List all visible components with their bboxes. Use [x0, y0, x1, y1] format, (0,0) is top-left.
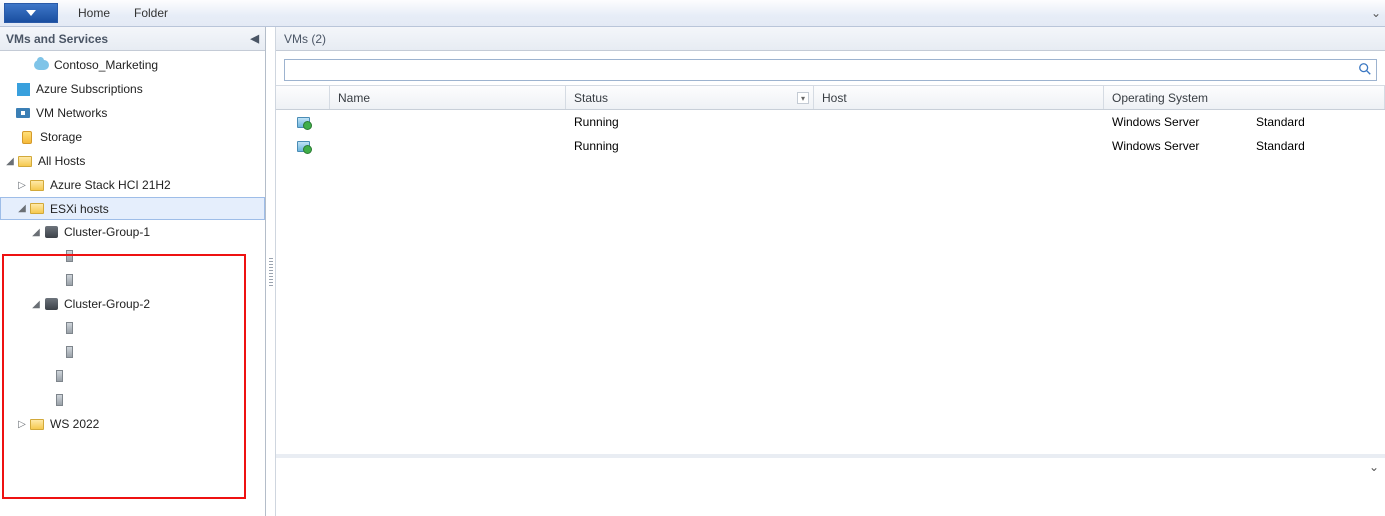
host-icon — [60, 346, 78, 358]
folder-icon — [28, 180, 46, 191]
tab-home[interactable]: Home — [66, 0, 122, 26]
tree-label: Storage — [36, 130, 82, 144]
tree-item-host[interactable] — [0, 268, 265, 292]
tree-item-esxi-hosts[interactable]: ◢ ESXi hosts — [0, 197, 265, 220]
tree-item-ws-2022[interactable]: ▷ WS 2022 — [0, 412, 265, 436]
table-row[interactable]: Running Windows Server Standard — [276, 134, 1385, 158]
column-icon[interactable] — [276, 86, 330, 109]
host-icon — [50, 370, 68, 382]
sidebar: VMs and Services ◀ Contoso_Marketing Azu… — [0, 27, 266, 516]
vm-grid: Name Status ▲ ▾ Host Operating System Ru… — [276, 85, 1385, 454]
sidebar-collapse-icon[interactable]: ◀ — [251, 32, 259, 45]
tree-item-cluster-group-2[interactable]: ◢ Cluster-Group-2 — [0, 292, 265, 316]
sidebar-header: VMs and Services ◀ — [0, 27, 265, 51]
cell-os: Windows Server Standard — [1104, 115, 1385, 129]
cluster-icon — [42, 226, 60, 238]
main-title: VMs (2) — [284, 32, 326, 46]
chevron-down-icon[interactable]: ◢ — [30, 299, 42, 310]
tree-item-azure-stack[interactable]: ▷ Azure Stack HCI 21H2 — [0, 173, 265, 197]
folder-icon — [28, 203, 46, 214]
tree-label: Azure Subscriptions — [32, 82, 143, 96]
column-os[interactable]: Operating System — [1104, 86, 1385, 109]
details-expand-icon[interactable]: ⌄ — [1369, 460, 1379, 474]
tree-label: ESXi hosts — [46, 202, 109, 216]
os-name: Windows Server — [1112, 115, 1199, 129]
host-icon — [50, 394, 68, 406]
tree-item-host[interactable] — [0, 244, 265, 268]
splitter[interactable] — [266, 27, 276, 516]
tree-item-marketing[interactable]: Contoso_Marketing — [0, 53, 265, 77]
cell-status: Running — [566, 115, 814, 129]
tree-item-host[interactable] — [0, 364, 265, 388]
cloud-icon — [32, 60, 50, 70]
storage-icon — [18, 131, 36, 144]
app-menu-button[interactable] — [4, 3, 58, 23]
tree-item-vm-networks[interactable]: VM Networks — [0, 101, 265, 125]
main-pane: VMs (2) Name Status ▲ ▾ Host Operating S… — [276, 27, 1385, 516]
network-icon — [14, 108, 32, 118]
folder-icon — [28, 419, 46, 430]
nav-tree: Contoso_Marketing Azure Subscriptions VM… — [0, 51, 265, 516]
column-label: Name — [338, 91, 370, 105]
column-name[interactable]: Name — [330, 86, 566, 109]
tree-item-host[interactable] — [0, 316, 265, 340]
chevron-down-icon[interactable]: ◢ — [4, 156, 16, 167]
tree-item-all-hosts[interactable]: ◢ All Hosts — [0, 149, 265, 173]
host-icon — [60, 322, 78, 334]
column-label: Operating System — [1112, 91, 1208, 105]
cell-os: Windows Server Standard — [1104, 139, 1385, 153]
sidebar-title: VMs and Services — [6, 32, 108, 46]
tree-item-host[interactable] — [0, 340, 265, 364]
cell-status: Running — [566, 139, 814, 153]
os-name: Windows Server — [1112, 139, 1199, 153]
main-header: VMs (2) — [276, 27, 1385, 51]
tree-item-azure-subscriptions[interactable]: Azure Subscriptions — [0, 77, 265, 101]
column-status[interactable]: Status ▲ ▾ — [566, 86, 814, 109]
os-edition: Standard — [1256, 139, 1305, 153]
column-label: Host — [822, 91, 847, 105]
host-icon — [60, 274, 78, 286]
tree-label: All Hosts — [34, 154, 85, 168]
folder-icon — [16, 156, 34, 167]
tree-item-storage[interactable]: Storage — [0, 125, 265, 149]
azure-icon — [14, 83, 32, 96]
chevron-down-icon[interactable]: ◢ — [30, 227, 42, 238]
column-label: Status — [574, 91, 608, 105]
ribbon-expand-icon[interactable]: ⌄ — [1367, 6, 1385, 20]
table-row[interactable]: Running Windows Server Standard — [276, 110, 1385, 134]
tab-folder[interactable]: Folder — [122, 0, 180, 26]
tree-label: Cluster-Group-1 — [60, 225, 150, 239]
details-pane: ⌄ — [276, 454, 1385, 516]
chevron-down-icon[interactable]: ◢ — [16, 203, 28, 214]
ribbon: Home Folder ⌄ — [0, 0, 1385, 27]
tree-item-host[interactable] — [0, 388, 265, 412]
host-icon — [60, 250, 78, 262]
tree-label: VM Networks — [32, 106, 107, 120]
tree-item-cluster-group-1[interactable]: ◢ Cluster-Group-1 — [0, 220, 265, 244]
os-edition: Standard — [1256, 115, 1305, 129]
tree-label: Contoso_Marketing — [50, 58, 158, 72]
grid-header: Name Status ▲ ▾ Host Operating System — [276, 86, 1385, 110]
search-input[interactable] — [284, 59, 1377, 81]
filter-dropdown-icon[interactable]: ▾ — [797, 92, 809, 104]
search-icon — [1358, 62, 1372, 79]
vm-running-icon — [297, 141, 310, 152]
chevron-right-icon[interactable]: ▷ — [16, 419, 28, 430]
vm-running-icon — [297, 117, 310, 128]
tree-label: Azure Stack HCI 21H2 — [46, 178, 171, 192]
tree-label: WS 2022 — [46, 417, 99, 431]
tree-label: Cluster-Group-2 — [60, 297, 150, 311]
cluster-icon — [42, 298, 60, 310]
column-host[interactable]: Host — [814, 86, 1104, 109]
chevron-right-icon[interactable]: ▷ — [16, 180, 28, 191]
